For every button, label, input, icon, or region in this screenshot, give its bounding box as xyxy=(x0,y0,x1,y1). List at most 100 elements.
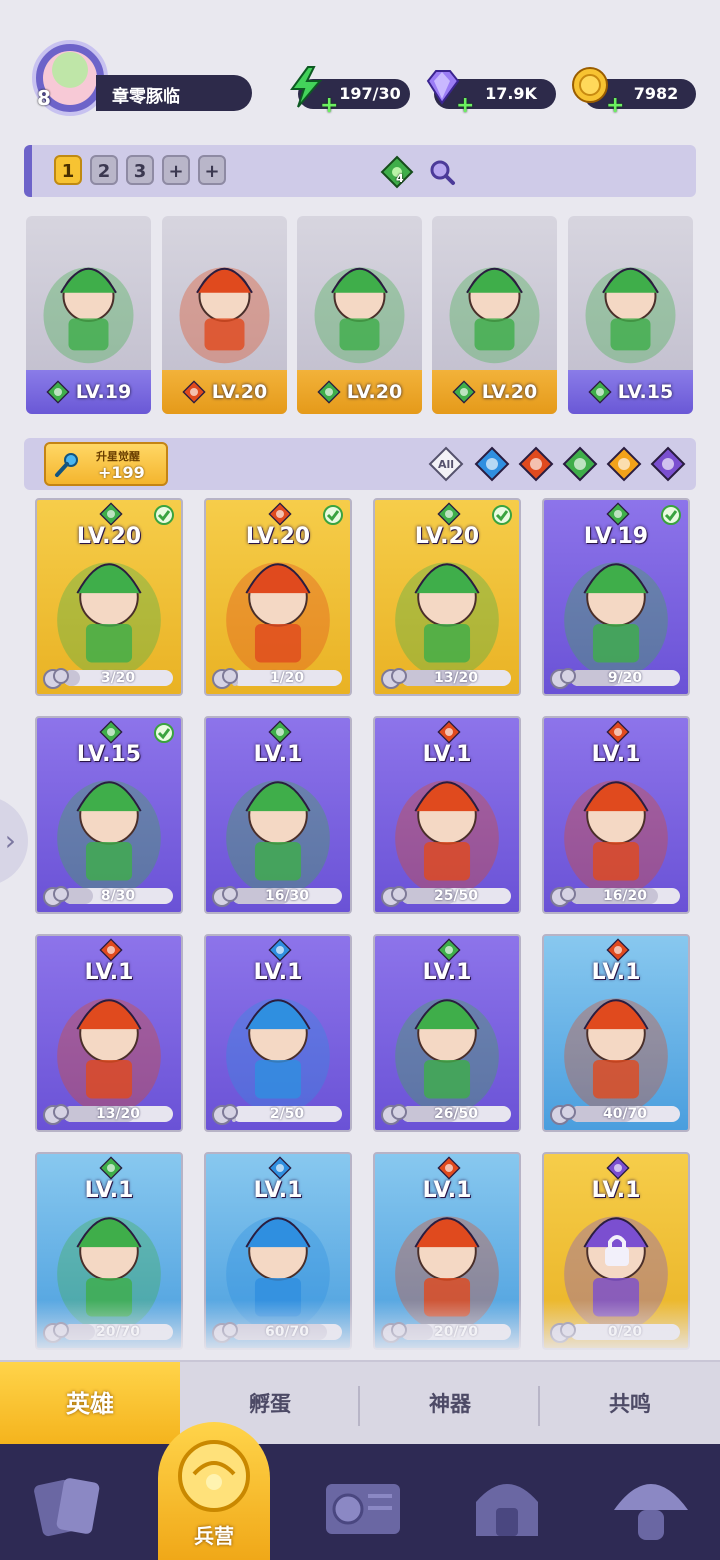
shard-progress-text: 2/50 xyxy=(269,1106,305,1122)
team-hero-level-band: LV.15 xyxy=(568,370,693,414)
team-hero-card[interactable]: LV.20 xyxy=(297,216,422,414)
hero-card[interactable]: LV.20 13/20 xyxy=(373,498,521,696)
hero-level: LV.19 xyxy=(583,524,649,549)
awaken-title: 升星觉醒 xyxy=(96,450,140,463)
wind-element-icon xyxy=(317,380,341,404)
team-slot-3[interactable]: 3 xyxy=(126,155,154,185)
shard-progress-text: 1/20 xyxy=(269,670,305,686)
hero-level: LV.1 xyxy=(591,1178,641,1203)
scroll-fade xyxy=(0,1300,720,1356)
barracks-icon xyxy=(178,1440,250,1512)
mushroom-icon[interactable] xyxy=(606,1462,696,1552)
coins-resource[interactable]: + 7982 xyxy=(572,67,696,118)
water-element-icon xyxy=(268,1156,292,1180)
shard-progress-text: 13/20 xyxy=(433,670,479,686)
shard-progress-bar: 16/20 xyxy=(550,886,684,907)
hero-level: LV.15 xyxy=(76,742,142,767)
filter-all-icon[interactable]: All xyxy=(428,446,464,482)
hero-card[interactable]: LV.19 9/20 xyxy=(542,498,690,696)
map-book-icon[interactable] xyxy=(318,1462,408,1552)
filter-dark-icon[interactable] xyxy=(650,446,686,482)
wind-element-icon xyxy=(99,1156,123,1180)
team-hero-card[interactable]: LV.19 xyxy=(26,216,151,414)
hero-card[interactable]: LV.1 16/20 xyxy=(542,716,690,914)
shard-progress-text: 16/20 xyxy=(602,888,648,904)
hero-card[interactable]: LV.1 2/50 xyxy=(204,934,352,1132)
wind-element-icon xyxy=(437,502,461,526)
team-hero-card[interactable]: LV.20 xyxy=(162,216,287,414)
wind-element-icon xyxy=(99,720,123,744)
gems-resource[interactable]: + 17.9K xyxy=(426,70,556,118)
wind-element-icon xyxy=(268,720,292,744)
hero-card[interactable]: LV.20 1/20 xyxy=(204,498,352,696)
filter-light-icon[interactable] xyxy=(606,446,642,482)
team-slot-add-2[interactable]: + xyxy=(198,155,226,185)
gems-plus-icon[interactable]: + xyxy=(456,91,474,121)
team-hero-level-band: LV.20 xyxy=(162,370,287,414)
filter-fire-icon[interactable] xyxy=(518,446,554,482)
energy-resource[interactable]: + 197/30 xyxy=(290,66,410,118)
awaken-button[interactable]: 升星觉醒 +199 xyxy=(44,442,168,486)
shard-progress-text: 8/30 xyxy=(100,888,136,904)
coins-plus-icon[interactable]: + xyxy=(606,91,624,121)
wind-element-icon xyxy=(99,502,123,526)
team-hero-card[interactable]: LV.20 xyxy=(432,216,557,414)
fire-element-icon xyxy=(99,938,123,962)
team-slot-2[interactable]: 2 xyxy=(90,155,118,185)
wind-element-icon xyxy=(46,380,70,404)
hero-level: LV.1 xyxy=(84,960,134,985)
hero-level: LV.1 xyxy=(253,1178,303,1203)
team-hero-level: LV.20 xyxy=(481,381,538,403)
player-name[interactable]: 章零豚临 xyxy=(96,75,252,111)
hero-card[interactable]: LV.20 3/20 xyxy=(35,498,183,696)
hero-level: LV.1 xyxy=(591,742,641,767)
hero-level: LV.1 xyxy=(84,1178,134,1203)
side-expand-arrow[interactable]: › xyxy=(0,796,28,886)
shard-progress-text: 13/20 xyxy=(95,1106,141,1122)
hero-card[interactable]: LV.1 16/30 xyxy=(204,716,352,914)
hero-portrait xyxy=(43,267,134,364)
cards-icon[interactable] xyxy=(24,1462,114,1552)
fire-element-icon xyxy=(268,502,292,526)
shard-progress-text: 40/70 xyxy=(602,1106,648,1122)
energy-plus-icon[interactable]: + xyxy=(320,91,338,121)
shard-progress-bar: 8/30 xyxy=(43,886,177,907)
hero-card[interactable]: LV.1 13/20 xyxy=(35,934,183,1132)
team-hero-card[interactable]: LV.15 xyxy=(568,216,693,414)
fire-element-icon xyxy=(437,1156,461,1180)
team-slot-1[interactable]: 1 xyxy=(54,155,82,185)
roster-filter-bar: 升星觉醒 +199 All xyxy=(24,438,696,490)
hero-card[interactable]: LV.15 8/30 xyxy=(35,716,183,914)
shard-progress-bar: 13/20 xyxy=(381,668,515,689)
shard-progress-text: 9/20 xyxy=(607,670,643,686)
shrine-icon[interactable] xyxy=(462,1462,552,1552)
sub-tab-bar: 英雄 孵蛋 神器 共鸣 xyxy=(0,1360,720,1446)
tab-resonance[interactable]: 共鸣 xyxy=(540,1362,720,1446)
hero-level: LV.1 xyxy=(422,742,472,767)
hero-card[interactable]: LV.1 26/50 xyxy=(373,934,521,1132)
shard-progress-bar: 40/70 xyxy=(550,1104,684,1125)
dark-element-icon xyxy=(606,1156,630,1180)
fire-element-icon xyxy=(182,380,206,404)
filter-water-icon[interactable] xyxy=(474,446,510,482)
team-hero-level-band: LV.19 xyxy=(26,370,151,414)
hero-card[interactable]: LV.1 25/50 xyxy=(373,716,521,914)
team-gem-count: 4 xyxy=(396,172,404,185)
check-icon xyxy=(661,505,681,525)
tab-heroes[interactable]: 英雄 xyxy=(0,1362,180,1446)
shard-progress-bar: 9/20 xyxy=(550,668,684,689)
team-hero-level-band: LV.20 xyxy=(297,370,422,414)
hero-level: LV.20 xyxy=(245,524,311,549)
shard-progress-bar: 1/20 xyxy=(212,668,346,689)
wind-element-icon xyxy=(588,380,612,404)
filter-wind-icon[interactable] xyxy=(562,446,598,482)
magnifier-icon[interactable] xyxy=(428,158,456,186)
shard-progress-text: 16/30 xyxy=(264,888,310,904)
tab-artifacts[interactable]: 神器 xyxy=(360,1362,540,1446)
shard-progress-bar: 16/30 xyxy=(212,886,346,907)
hero-level: LV.20 xyxy=(414,524,480,549)
team-slot-add-1[interactable]: + xyxy=(162,155,190,185)
hero-card[interactable]: LV.1 40/70 xyxy=(542,934,690,1132)
team-hero-level: LV.15 xyxy=(617,381,674,403)
player-level: 8 xyxy=(37,86,51,110)
